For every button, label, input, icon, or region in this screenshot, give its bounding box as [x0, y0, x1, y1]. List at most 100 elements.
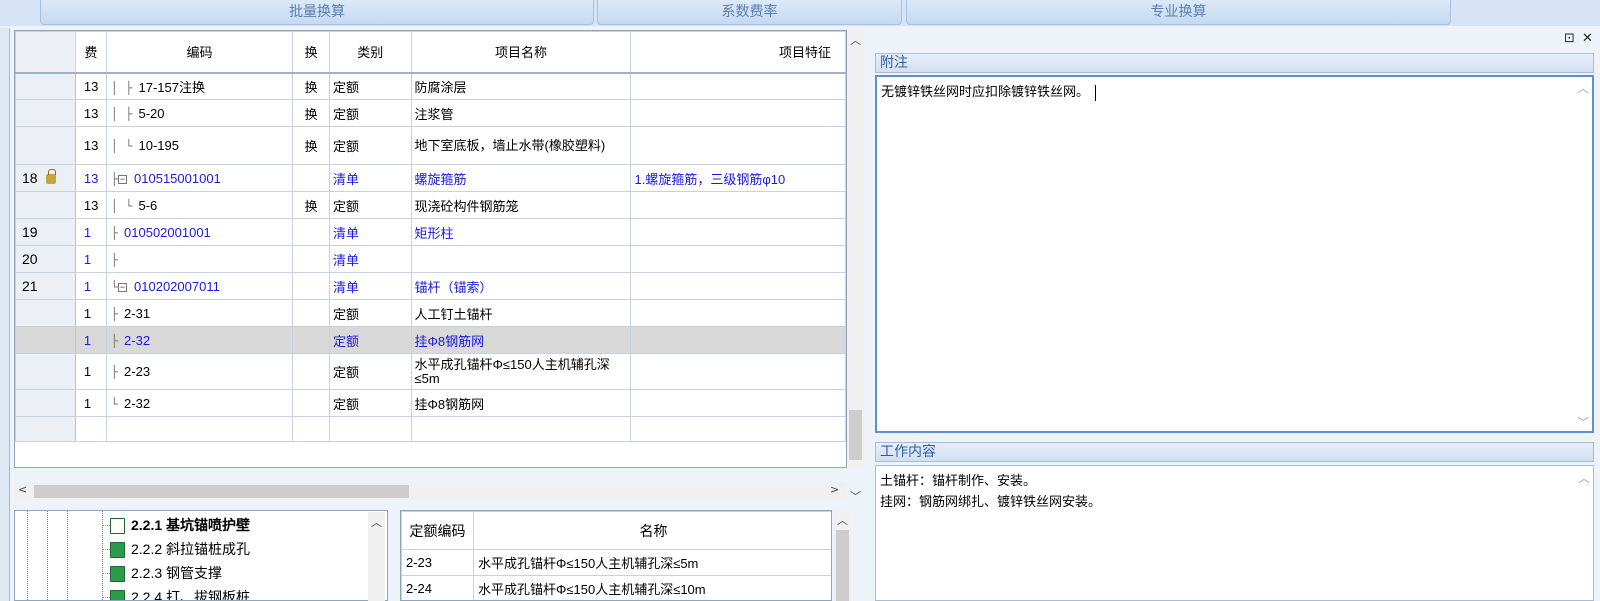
row-number-cell[interactable]: 21 — [15, 272, 76, 300]
type-cell[interactable]: 定额 — [328, 299, 412, 327]
item-feature-cell[interactable] — [630, 191, 846, 219]
table-row[interactable]: 1 └ 2-32 定额 挂Φ8钢筋网 — [15, 389, 846, 417]
table-row[interactable]: 13 │ ├ 17-157注换 换定额 防腐涂层 — [15, 72, 846, 100]
quota-vscroll-thumb[interactable] — [836, 530, 849, 601]
fee-cell[interactable]: 1 — [74, 326, 107, 354]
type-cell[interactable]: 定额 — [328, 99, 412, 127]
row-number-cell[interactable]: 20 — [15, 245, 76, 273]
type-cell[interactable]: 定额 — [328, 389, 412, 417]
tree-node-2-2-4[interactable]: 2.2.4 打、拔钢板桩 — [110, 586, 250, 600]
code-cell[interactable]: ├ 2-23 — [105, 353, 294, 390]
table-row[interactable]: 13 │ ├ 5-20 换定额 注浆管 — [15, 99, 846, 127]
row-number-cell[interactable] — [15, 72, 76, 100]
empty-cell[interactable] — [15, 416, 76, 442]
item-feature-cell[interactable] — [630, 299, 846, 327]
item-feature-cell[interactable] — [630, 126, 846, 165]
scroll-left-icon[interactable]: < — [18, 483, 27, 496]
table-row[interactable]: 20 1 ├ 清单 — [15, 245, 846, 273]
fee-cell[interactable]: 1 — [74, 218, 107, 246]
item-feature-cell[interactable] — [630, 218, 846, 246]
item-feature-cell[interactable] — [630, 389, 846, 417]
item-name-cell[interactable]: 人工钉土锚杆 — [410, 299, 632, 327]
row-number-cell[interactable] — [15, 126, 76, 165]
header-fee[interactable]: 费 — [74, 31, 107, 74]
convert-cell[interactable] — [292, 245, 330, 273]
item-name-cell[interactable] — [410, 245, 632, 273]
header-convert[interactable]: 换 — [292, 31, 330, 74]
empty-cell[interactable] — [630, 416, 846, 442]
fee-cell[interactable]: 1 — [74, 389, 107, 417]
work-content-box[interactable]: 土锚杆：锚杆制作、安装。 挂网：钢筋网绑扎、镀锌铁丝网安装。 ︿ — [875, 465, 1594, 601]
convert-cell[interactable] — [292, 164, 330, 192]
scroll-down-icon[interactable]: ﹀ — [849, 488, 862, 504]
code-cell[interactable]: │ ├ 17-157注换 — [105, 72, 294, 100]
tab-specialty-convert[interactable]: 专业换算 — [906, 0, 1451, 25]
table-row[interactable]: 13 │ └ 10-195 换定额 地下室底板，墙止水带(橡胶塑料) — [15, 126, 846, 165]
item-name-cell[interactable]: 水平成孔锚杆Φ≤150人主机辅孔深≤5m — [410, 353, 632, 390]
item-name-cell[interactable]: 防腐涂层 — [410, 72, 632, 100]
header-quota-code[interactable]: 定额编码 — [401, 511, 474, 550]
table-row[interactable]: 2-23 水平成孔锚杆Φ≤150人主机辅孔深≤5m — [401, 549, 831, 576]
code-cell[interactable]: │ └ 10-195 — [105, 126, 294, 165]
fee-cell[interactable]: 13 — [74, 126, 107, 165]
convert-cell[interactable]: 换 — [292, 191, 330, 219]
grid-vscroll-thumb[interactable] — [849, 410, 862, 460]
table-row[interactable]: 1 ├ 2-32 定额 挂Φ8钢筋网 — [15, 326, 846, 354]
scroll-right-icon[interactable]: > — [830, 483, 839, 496]
convert-cell[interactable] — [292, 353, 330, 390]
type-cell[interactable]: 定额 — [328, 326, 412, 354]
item-feature-cell[interactable] — [630, 353, 846, 390]
tab-coefficient-rate[interactable]: 系数费率 — [597, 0, 902, 25]
item-name-cell[interactable]: 注浆管 — [410, 99, 632, 127]
item-name-cell[interactable]: 现浇砼构件钢筋笼 — [410, 191, 632, 219]
quota-vertical-scrollbar[interactable]: ︿ — [834, 510, 851, 601]
work-content-scrollbar[interactable]: ︿ — [1577, 469, 1591, 490]
table-row[interactable]: 18 13 ├ −010515001001 清单 螺旋箍筋 1.螺旋箍筋，三级钢筋φ10 — [15, 164, 846, 192]
scroll-up-icon[interactable]: ︿ — [849, 32, 862, 48]
empty-cell[interactable] — [74, 416, 107, 442]
table-row[interactable]: 1 ├ 2-23 定额 水平成孔锚杆Φ≤150人主机辅孔深≤5m — [15, 353, 846, 390]
convert-cell[interactable] — [292, 218, 330, 246]
row-number-cell[interactable]: 18 — [15, 164, 76, 192]
code-cell[interactable]: ├ 2-31 — [105, 299, 294, 327]
tree-vertical-scrollbar[interactable]: ︿ — [368, 512, 385, 601]
empty-cell[interactable] — [292, 416, 330, 442]
type-cell[interactable]: 清单 — [328, 218, 412, 246]
close-icon[interactable]: ✕ — [1582, 31, 1593, 46]
convert-cell[interactable] — [292, 326, 330, 354]
notes-textarea[interactable]: 无镀锌铁丝网时应扣除镀锌铁丝网。 ︿ ﹀ — [875, 75, 1594, 433]
convert-cell[interactable] — [292, 272, 330, 300]
fee-cell[interactable]: 13 — [74, 164, 107, 192]
item-name-cell[interactable]: 矩形柱 — [410, 218, 632, 246]
item-feature-cell[interactable]: 1.螺旋箍筋，三级钢筋φ10 — [630, 164, 846, 192]
scroll-up-icon[interactable]: ︿ — [370, 514, 383, 530]
scroll-up-icon[interactable]: ︿ — [836, 512, 849, 528]
table-row[interactable]: 2-24 水平成孔锚杆Φ≤150人主机辅孔深≤10m — [401, 575, 831, 600]
item-name-cell[interactable]: 地下室底板，墙止水带(橡胶塑料) — [410, 126, 632, 165]
grid-hscroll-thumb[interactable] — [34, 485, 409, 498]
item-name-cell[interactable]: 挂Φ8钢筋网 — [410, 326, 632, 354]
fee-cell[interactable]: 1 — [74, 299, 107, 327]
tab-batch-convert[interactable]: 批量换算 — [40, 0, 594, 25]
item-name-cell[interactable]: 挂Φ8钢筋网 — [410, 389, 632, 417]
table-row[interactable]: 21 1 └ −010202007011 清单 锚杆（锚索） — [15, 272, 846, 300]
code-cell[interactable]: └ 2-32 — [105, 389, 294, 417]
type-cell[interactable]: 清单 — [328, 272, 412, 300]
row-number-cell[interactable] — [15, 191, 76, 219]
tree-node-2-2-1[interactable]: 2.2.1 基坑锚喷护壁 — [110, 514, 250, 536]
header-item-feature[interactable]: 项目特征 — [630, 31, 846, 74]
item-feature-cell[interactable] — [630, 99, 846, 127]
empty-cell[interactable] — [328, 416, 412, 442]
type-cell[interactable]: 清单 — [328, 164, 412, 192]
tree-node-2-2-3[interactable]: 2.2.3 钢管支撑 — [110, 562, 222, 584]
header-quota-name[interactable]: 名称 — [473, 511, 831, 550]
fee-cell[interactable]: 13 — [74, 99, 107, 127]
convert-cell[interactable]: 换 — [292, 126, 330, 165]
grid-vertical-scrollbar[interactable]: ︿ ﹀ — [847, 30, 864, 503]
code-cell[interactable]: ├ — [105, 245, 294, 273]
type-cell[interactable]: 定额 — [328, 72, 412, 100]
type-cell[interactable]: 清单 — [328, 245, 412, 273]
header-type[interactable]: 类别 — [328, 31, 412, 74]
item-name-cell[interactable]: 锚杆（锚索） — [410, 272, 632, 300]
code-cell[interactable]: │ └ 5-6 — [105, 191, 294, 219]
